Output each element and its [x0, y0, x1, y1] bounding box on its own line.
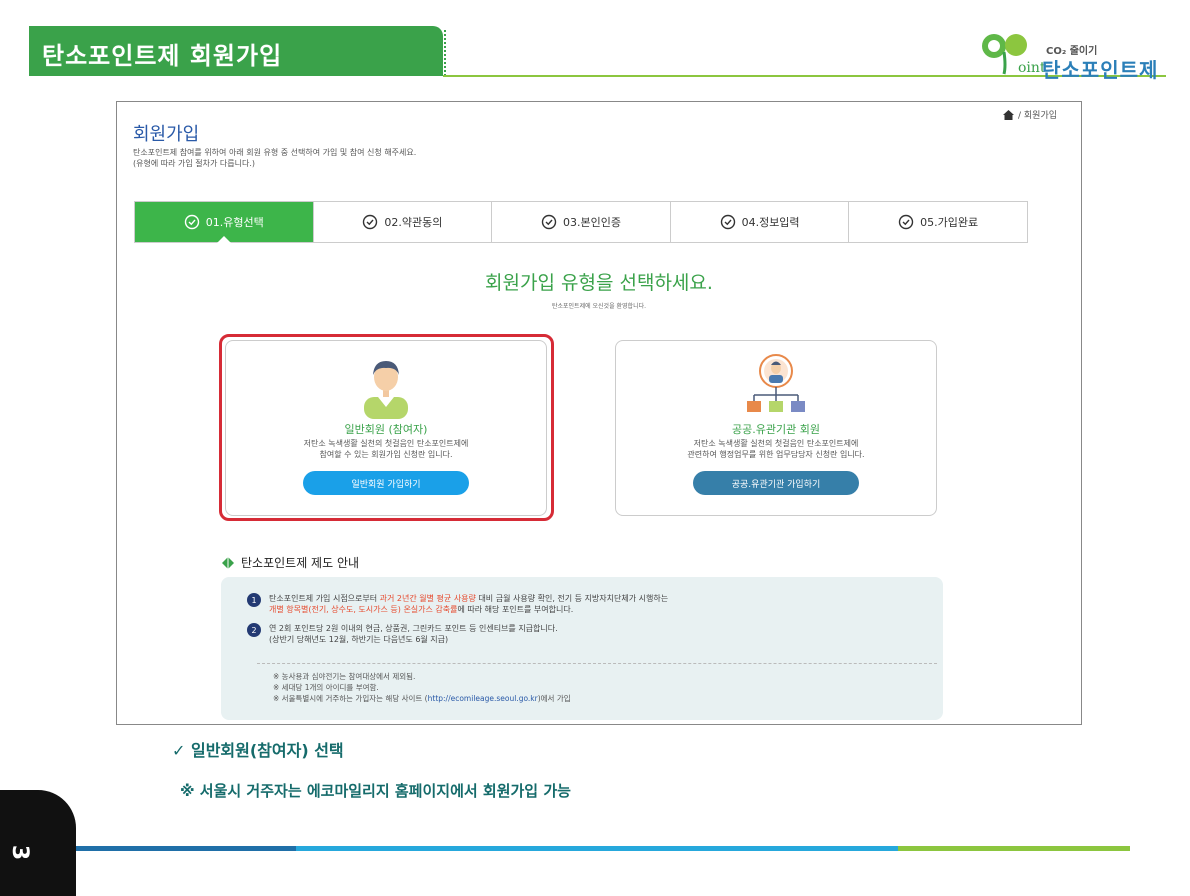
carbon-point-logo: oint CO₂ 줄이기 탄소포인트제: [980, 30, 1160, 82]
signup-steps: 01.유형선택 02.약관동의 03.본인인증 04.정보입력 05.가입완료: [134, 201, 1028, 243]
footer-line-blue: [296, 846, 898, 851]
guide-divider: [257, 663, 937, 664]
guide-item-1: 1 탄소포인트제 가입 시점으로부터 과거 2년간 월별 평균 사용량 대비 금…: [247, 593, 668, 615]
guide-item-2: 2 연 2회 포인트당 2원 이내의 현금, 상품권, 그린카드 포인트 등 인…: [247, 623, 558, 645]
step-verification[interactable]: 03.본인인증: [492, 202, 671, 242]
check-circle-icon: [541, 214, 557, 230]
guide-text: 에 따라 해당 포인트를 부여합니다.: [457, 605, 574, 614]
check-circle-icon: [898, 214, 914, 230]
card-desc-line: 관련하여 행정업무를 위한 업무담당자 신청란 입니다.: [687, 450, 865, 459]
step-terms[interactable]: 02.약관동의: [313, 202, 493, 242]
public-signup-button[interactable]: 공공.유관기관 가입하기: [693, 471, 859, 495]
organization-icon: [747, 354, 805, 412]
public-member-card[interactable]: 공공.유관기관 회원 저탄소 녹색생활 실천의 첫걸음인 탄소포인트제에 관련하…: [615, 340, 937, 516]
step-label: 03.본인인증: [562, 216, 621, 229]
page-desc-line1: 탄소포인트제 참여를 위하여 아래 회원 유형 중 선택하여 가입 및 참여 신…: [133, 148, 417, 157]
note: ※ 서울특별시에 거주하는 가입자는 해당 사이트 (http://ecomil…: [273, 693, 571, 704]
guide-text: 대비 금월 사용량 확인, 전기 등 지방자치단체가 시행하는: [475, 594, 669, 603]
number-badge: 1: [247, 593, 261, 607]
breadcrumb-current: / 회원가입: [1017, 111, 1057, 121]
caption-seoul-note: ※ 서울시 거주자는 에코마일리지 홈페이지에서 회원가입 가능: [180, 782, 571, 800]
guide-text: 연 2회 포인트당 2원 이내의 현금, 상품권, 그린카드 포인트 등 인센티…: [269, 624, 558, 633]
logo-name: 탄소포인트제: [1042, 58, 1159, 82]
main-heading: 회원가입 유형을 선택하세요.: [485, 272, 713, 294]
card-desc-line: 저탄소 녹색생활 실천의 첫걸음인 탄소포인트제에: [693, 439, 859, 448]
guide-heading-text: 탄소포인트제 제도 안내: [241, 556, 360, 570]
title-divider: [438, 30, 446, 76]
note-text: )에서 가입: [537, 694, 571, 703]
card-title: 공공.유관기관 회원: [732, 423, 820, 436]
guide-highlight: 개별 항목별(전기, 상수도, 도시가스 등) 온실가스 감축률: [269, 605, 458, 614]
home-icon[interactable]: [1002, 109, 1014, 120]
step-label: 01.유형선택: [205, 216, 264, 229]
footer-line-green: [898, 846, 1130, 851]
page-number-tab: 3: [0, 790, 76, 896]
breadcrumb: / 회원가입: [1002, 108, 1057, 121]
ecomileage-link[interactable]: http://ecomileage.seoul.go.kr: [428, 694, 538, 703]
check-circle-icon: [720, 214, 735, 230]
leaf-icon: [222, 556, 234, 569]
check-circle-icon: [363, 214, 378, 230]
card-description: 저탄소 녹색생활 실천의 첫걸음인 탄소포인트제에 관련하여 행정업무를 위한 …: [616, 438, 936, 460]
selection-highlight: [219, 334, 554, 521]
footer-line-dark: [76, 846, 296, 851]
guide-text: (상반기 당해년도 12월, 하반기는 다음년도 6월 지급): [269, 635, 449, 644]
step-label: 02.약관동의: [384, 216, 443, 229]
page-desc-line2: (유형에 따라 가입 절차가 다릅니다.): [133, 159, 255, 168]
guide-notes: ※ 농사용과 심야전기는 참여대상에서 제외됨. ※ 세대당 1개의 아이디를 …: [273, 671, 571, 704]
page-number: 3: [7, 844, 33, 861]
signup-page-screenshot: / 회원가입 회원가입 탄소포인트제 참여를 위하여 아래 회원 유형 중 선택…: [116, 101, 1082, 725]
page-heading: 회원가입: [133, 124, 200, 145]
guide-text: 탄소포인트제 가입 시점으로부터: [269, 594, 380, 603]
caption-selection: ✓ 일반회원(참여자) 선택: [172, 741, 344, 760]
number-badge: 2: [247, 623, 261, 637]
step-complete[interactable]: 05.가입완료: [849, 202, 1027, 242]
step-type-select[interactable]: 01.유형선택: [135, 202, 314, 243]
guide-heading: 탄소포인트제 제도 안내: [221, 554, 359, 571]
note: ※ 세대당 1개의 아이디를 부여함.: [273, 683, 379, 692]
note: ※ 농사용과 심야전기는 참여대상에서 제외됨.: [273, 672, 416, 681]
step-label: 05.가입완료: [920, 216, 979, 229]
step-label: 04.정보입력: [741, 216, 800, 229]
guide-highlight: 과거 2년간 월별 평균 사용량: [379, 594, 476, 603]
slide-title-bar: 탄소포인트제 회원가입: [29, 26, 443, 76]
guide-box: 1 탄소포인트제 가입 시점으로부터 과거 2년간 월별 평균 사용량 대비 금…: [221, 577, 943, 720]
check-circle-icon: [184, 214, 199, 230]
step-info-input[interactable]: 04.정보입력: [670, 202, 850, 242]
main-subheading: 탄소포인트제에 오신것을 환영합니다.: [551, 303, 647, 310]
page-description: 탄소포인트제 참여를 위하여 아래 회원 유형 중 선택하여 가입 및 참여 신…: [133, 147, 416, 169]
slide-title: 탄소포인트제 회원가입: [42, 42, 283, 70]
note-text: ※ 서울특별시에 거주하는 가입자는 해당 사이트 (: [273, 694, 428, 703]
